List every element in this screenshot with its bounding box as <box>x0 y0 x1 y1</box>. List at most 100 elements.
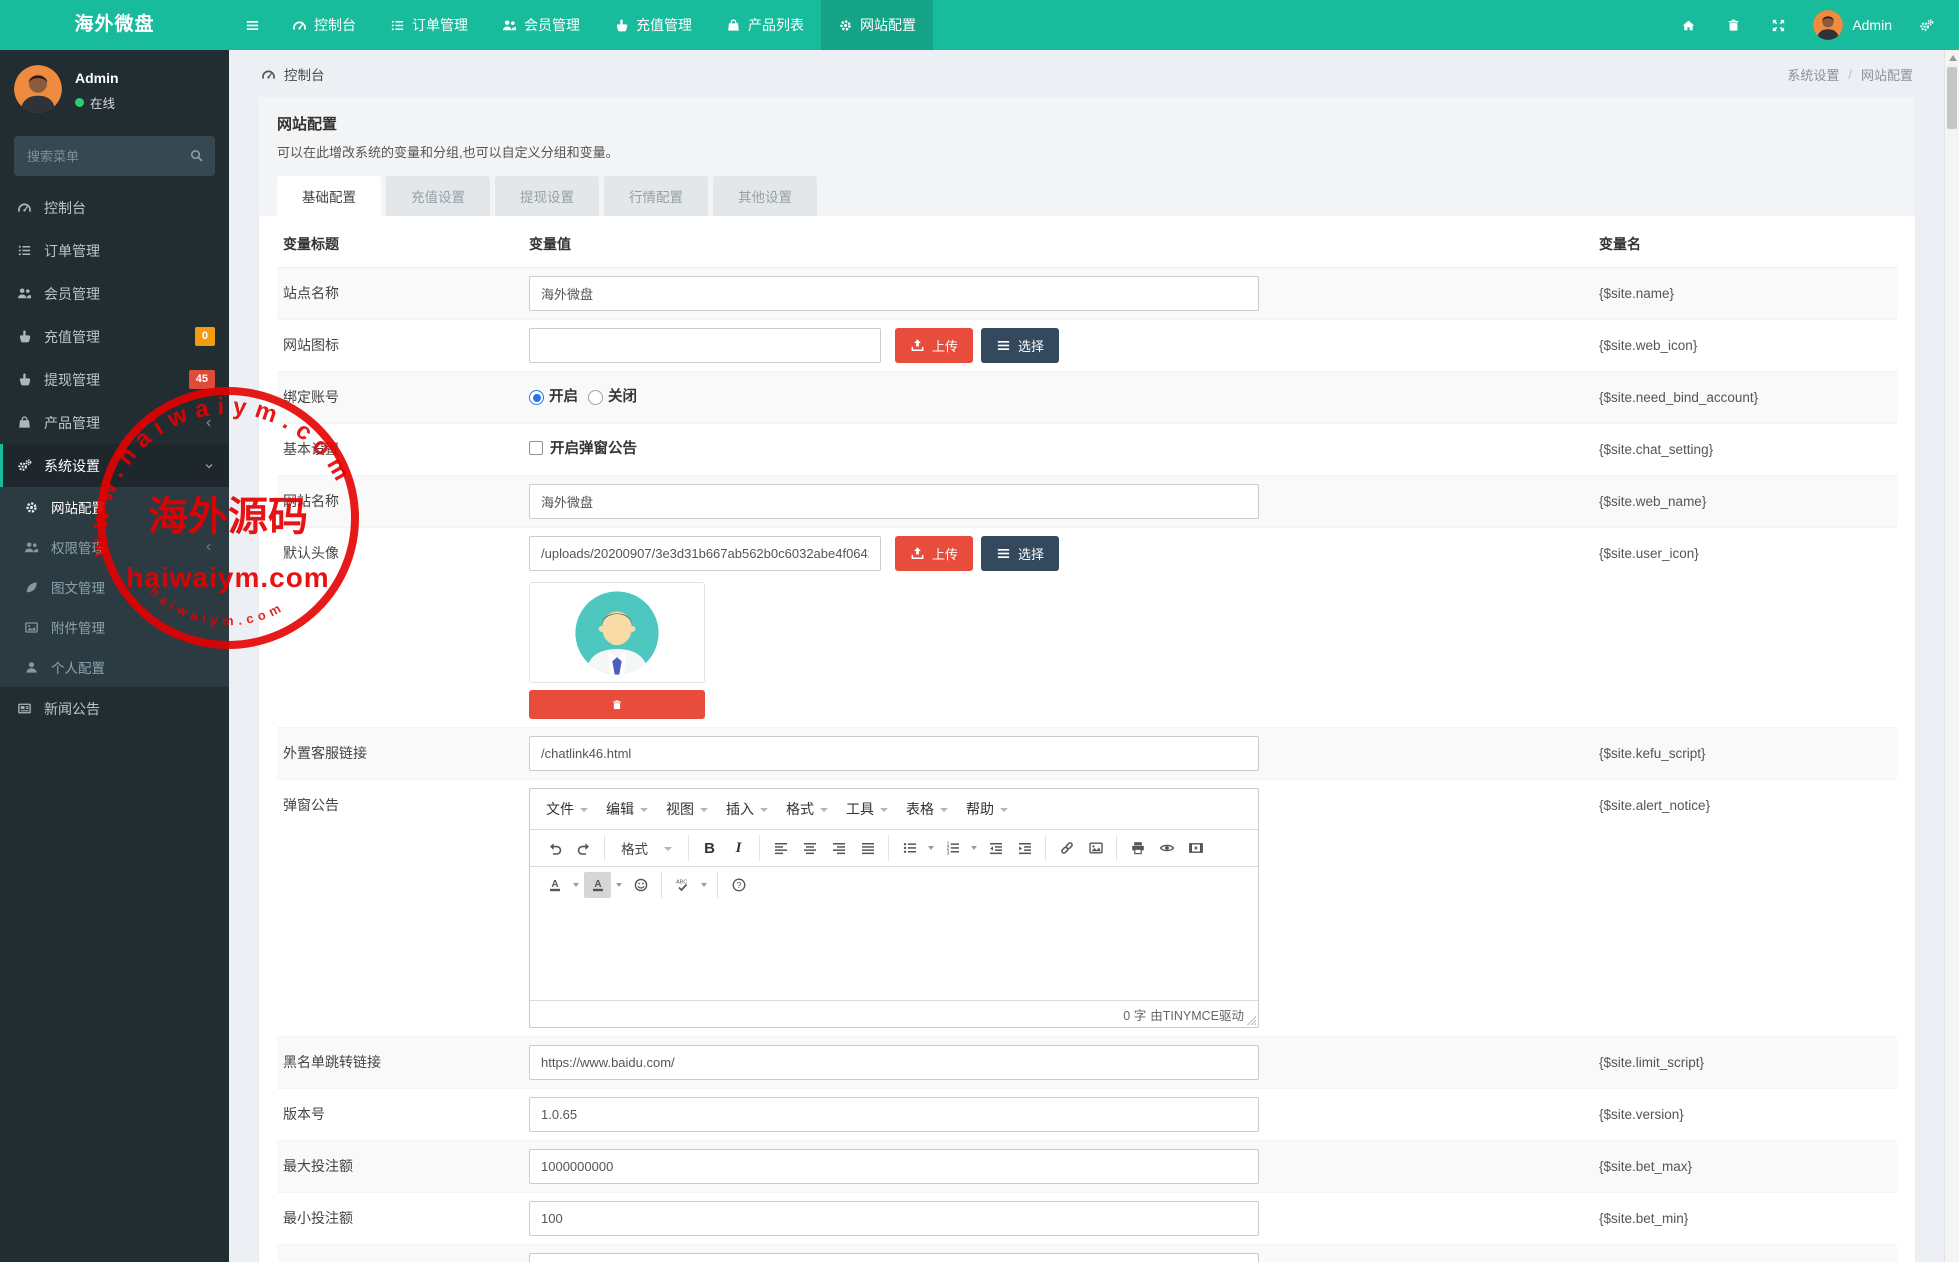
web-name-input[interactable] <box>529 484 1259 519</box>
menu-file[interactable]: 文件 <box>537 793 597 825</box>
sidebar-item-news[interactable]: 新闻公告 <box>0 687 229 730</box>
undo-button[interactable] <box>541 835 568 861</box>
editor-content-area[interactable] <box>530 903 1258 1000</box>
align-right-button[interactable] <box>825 835 852 861</box>
sidebar-item-recharge[interactable]: 充值管理0 <box>0 315 229 358</box>
sidebar-item-product-mgmt[interactable]: 产品管理 <box>0 401 229 444</box>
outdent-button[interactable] <box>982 835 1009 861</box>
tab-other[interactable]: 其他设置 <box>713 176 817 216</box>
align-justify-button[interactable] <box>854 835 881 861</box>
tab-market[interactable]: 行情配置 <box>604 176 708 216</box>
caret-icon[interactable] <box>616 883 622 887</box>
numbered-list-button[interactable] <box>939 835 966 861</box>
fullscreen-button[interactable] <box>1756 0 1801 50</box>
online-status[interactable]: 在线 <box>90 93 115 112</box>
radio-off[interactable] <box>588 390 603 405</box>
sidebar-toggle-button[interactable] <box>229 0 275 50</box>
indent-button[interactable] <box>1011 835 1038 861</box>
upload-button[interactable]: 上传 <box>895 536 973 571</box>
web-icon-input[interactable] <box>529 328 881 363</box>
tab-recharge[interactable]: 充值设置 <box>386 176 490 216</box>
sidebar-item-system-settings[interactable]: 系统设置 <box>0 444 229 487</box>
menu-table[interactable]: 表格 <box>897 793 957 825</box>
sidebar-item-withdraw[interactable]: 提现管理45 <box>0 358 229 401</box>
scroll-up-arrow-icon[interactable] <box>1949 55 1957 61</box>
user-menu[interactable]: Admin <box>1801 10 1904 40</box>
sidebar-item-articles[interactable]: 图文管理 <box>0 567 229 607</box>
sidebar-item-members[interactable]: 会员管理 <box>0 272 229 315</box>
choose-button[interactable]: 选择 <box>981 536 1059 571</box>
menu-search-input[interactable] <box>14 136 215 176</box>
menu-insert[interactable]: 插入 <box>717 1258 777 1262</box>
format-select[interactable]: 格式 <box>612 835 681 861</box>
font-color-button[interactable] <box>541 872 568 898</box>
nav-item-members[interactable]: 会员管理 <box>485 0 597 50</box>
align-center-button[interactable] <box>796 835 823 861</box>
menu-edit[interactable]: 编辑 <box>597 1258 657 1262</box>
breadcrumb-parent[interactable]: 系统设置 <box>1787 65 1839 84</box>
kefu-link-input[interactable] <box>529 736 1259 771</box>
menu-help[interactable]: 帮助 <box>957 1258 1017 1262</box>
link-button[interactable] <box>1053 835 1080 861</box>
sidebar-item-dashboard[interactable]: 控制台 <box>0 186 229 229</box>
site-name-input[interactable] <box>529 276 1259 311</box>
caret-icon[interactable] <box>573 883 579 887</box>
redo-button[interactable] <box>570 835 597 861</box>
bullet-list-button[interactable] <box>896 835 923 861</box>
nav-item-dashboard[interactable]: 控制台 <box>275 0 373 50</box>
italic-button[interactable]: I <box>725 835 752 861</box>
menu-help[interactable]: 帮助 <box>957 793 1017 825</box>
nav-item-recharge[interactable]: 充值管理 <box>597 0 709 50</box>
help-button[interactable] <box>725 872 752 898</box>
sidebar-item-site-config[interactable]: 网站配置 <box>0 487 229 527</box>
nav-item-products[interactable]: 产品列表 <box>709 0 821 50</box>
media-button[interactable] <box>1182 835 1209 861</box>
brand-logo[interactable]: 海外微盘 <box>0 0 229 50</box>
avatar-preview[interactable] <box>529 582 705 683</box>
home-button[interactable] <box>1666 0 1711 50</box>
sidebar-item-orders[interactable]: 订单管理 <box>0 229 229 272</box>
radio-on[interactable] <box>529 390 544 405</box>
nav-item-site-config[interactable]: 网站配置 <box>821 0 933 50</box>
menu-view[interactable]: 视图 <box>657 793 717 825</box>
page-scrollbar[interactable] <box>1944 50 1959 1262</box>
preview-button[interactable] <box>1153 835 1180 861</box>
print-button[interactable] <box>1124 835 1151 861</box>
scrollbar-thumb[interactable] <box>1947 67 1957 129</box>
menu-tools[interactable]: 工具 <box>837 793 897 825</box>
tab-basic[interactable]: 基础配置 <box>277 176 381 216</box>
clear-cache-button[interactable] <box>1711 0 1756 50</box>
version-input[interactable] <box>529 1097 1259 1132</box>
menu-insert[interactable]: 插入 <box>717 793 777 825</box>
popup-notice-checkbox[interactable] <box>529 441 543 455</box>
blacklist-link-input[interactable] <box>529 1045 1259 1080</box>
align-left-button[interactable] <box>767 835 794 861</box>
menu-tools[interactable]: 工具 <box>837 1258 897 1262</box>
background-color-button[interactable] <box>584 872 611 898</box>
sidebar-item-permissions[interactable]: 权限管理 <box>0 527 229 567</box>
user-icon-input[interactable] <box>529 536 881 571</box>
bet-min-input[interactable] <box>529 1201 1259 1236</box>
powered-by[interactable]: 由TINYMCE驱动 <box>1150 1005 1244 1024</box>
delete-avatar-button[interactable] <box>529 690 705 719</box>
bet-max-input[interactable] <box>529 1149 1259 1184</box>
caret-icon[interactable] <box>971 846 977 850</box>
tab-withdraw[interactable]: 提现设置 <box>495 176 599 216</box>
menu-edit[interactable]: 编辑 <box>597 793 657 825</box>
menu-format[interactable]: 格式 <box>777 1258 837 1262</box>
search-button[interactable] <box>189 148 204 163</box>
upload-button[interactable]: 上传 <box>895 328 973 363</box>
choose-button[interactable]: 选择 <box>981 328 1059 363</box>
caret-icon[interactable] <box>701 883 707 887</box>
menu-file[interactable]: 文件 <box>537 1258 597 1262</box>
spellcheck-button[interactable] <box>669 872 696 898</box>
menu-table[interactable]: 表格 <box>897 1258 957 1262</box>
settings-button[interactable] <box>1904 0 1949 50</box>
nav-item-orders[interactable]: 订单管理 <box>373 0 485 50</box>
emoticons-button[interactable] <box>627 872 654 898</box>
sidebar-item-profile[interactable]: 个人配置 <box>0 647 229 687</box>
sidebar-item-attachments[interactable]: 附件管理 <box>0 607 229 647</box>
menu-format[interactable]: 格式 <box>777 793 837 825</box>
bold-button[interactable]: B <box>696 835 723 861</box>
insert-image-button[interactable] <box>1082 835 1109 861</box>
